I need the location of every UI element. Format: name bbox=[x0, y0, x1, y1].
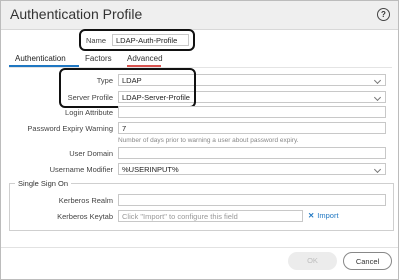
x-icon: ✕ bbox=[308, 211, 315, 220]
footer-divider bbox=[1, 247, 398, 248]
kerberos-realm-label: Kerberos Realm bbox=[58, 196, 113, 205]
password-expiry-input[interactable]: 7 bbox=[118, 122, 386, 134]
username-modifier-label: Username Modifier bbox=[49, 165, 113, 174]
kerberos-keytab-label: Kerberos Keytab bbox=[57, 212, 113, 221]
authentication-profile-dialog: Authentication Profile ? Name LDAP-Auth-… bbox=[0, 0, 399, 280]
kerberos-keytab-input[interactable]: Click "Import" to configure this field bbox=[118, 210, 303, 222]
tab-factors[interactable]: Factors bbox=[85, 54, 112, 63]
dialog-titlebar: Authentication Profile ? bbox=[1, 1, 398, 30]
dialog-title: Authentication Profile bbox=[10, 6, 143, 22]
sso-group bbox=[9, 183, 394, 231]
import-link[interactable]: ✕ Import bbox=[308, 211, 339, 220]
ok-button[interactable]: OK bbox=[288, 252, 337, 270]
import-label: Import bbox=[317, 211, 339, 220]
kerberos-realm-input[interactable] bbox=[118, 194, 386, 206]
user-domain-input[interactable] bbox=[118, 147, 386, 159]
username-modifier-select[interactable]: %USERINPUT% bbox=[118, 163, 386, 175]
help-icon[interactable]: ? bbox=[377, 8, 390, 21]
sso-group-title: Single Sign On bbox=[15, 179, 72, 188]
type-server-highlight bbox=[59, 68, 196, 108]
password-expiry-label: Password Expiry Warning bbox=[27, 124, 113, 133]
tab-advanced[interactable]: Advanced bbox=[127, 54, 163, 63]
login-attribute-input[interactable] bbox=[118, 106, 386, 118]
login-attribute-label: Login Attribute bbox=[65, 108, 113, 117]
password-expiry-hint: Number of days prior to warning a user a… bbox=[118, 137, 299, 144]
name-highlight bbox=[79, 29, 195, 51]
user-domain-label: User Domain bbox=[69, 149, 113, 158]
cancel-button[interactable]: Cancel bbox=[343, 252, 392, 270]
tab-authentication[interactable]: Authentication bbox=[15, 54, 66, 63]
